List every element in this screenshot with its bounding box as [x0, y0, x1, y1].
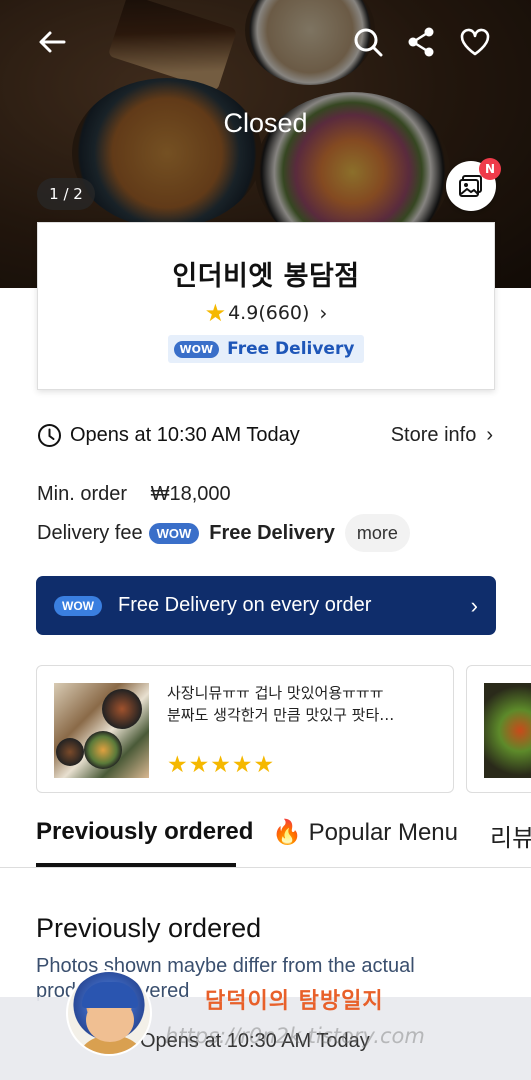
- active-tab-indicator: [36, 863, 236, 867]
- fire-icon: 🔥: [272, 819, 302, 846]
- photo-counter: 1 / 2: [37, 178, 95, 210]
- rating-link[interactable]: ★ 4.9 (660) ›: [38, 299, 494, 327]
- wow-badge: WOW: [54, 595, 102, 616]
- wow-badge: WOW: [173, 340, 220, 358]
- free-delivery-banner[interactable]: WOW Free Delivery on every order ›: [36, 576, 496, 635]
- review-text: 사장니뮤ㅠㅠ 겁나 맛있어용ㅠㅠㅠ 분짜도 생각한거 만큼 맛있구 팟타…: [167, 682, 439, 726]
- free-delivery-chip: WOW Free Delivery: [167, 335, 365, 363]
- back-button[interactable]: [32, 22, 72, 62]
- share-button[interactable]: [401, 22, 441, 62]
- chevron-right-icon: ›: [486, 424, 493, 446]
- new-badge: N: [479, 158, 501, 180]
- watermark-url: https://r0n2k.tistory.com: [165, 1024, 425, 1048]
- tab-reviews[interactable]: 리뷰: [490, 818, 531, 853]
- heart-icon: [460, 28, 490, 56]
- delivery-fee-label: Delivery fee: [37, 521, 143, 544]
- store-info-link[interactable]: Store info ›: [391, 424, 493, 447]
- star-icon: ★: [204, 299, 227, 327]
- review-line: 분짜도 생각한거 만큼 맛있구 팟타…: [167, 706, 395, 724]
- review-photo: [54, 683, 149, 778]
- free-delivery-label: Free Delivery: [227, 339, 355, 359]
- min-order-label: Min. order: [37, 483, 128, 505]
- review-line: 사장니뮤ㅠㅠ 겁나 맛있어용ㅠㅠㅠ: [167, 684, 384, 702]
- favorite-button[interactable]: [455, 22, 495, 62]
- store-card: 인더비엣 봉담점 ★ 4.9 (660) › WOW Free Delivery: [37, 222, 495, 390]
- wow-badge: WOW: [148, 522, 200, 544]
- watermark-avatar: [66, 970, 152, 1056]
- review-card[interactable]: [466, 665, 531, 793]
- gallery-button[interactable]: N: [446, 158, 501, 211]
- hours-text: Opens at 10:30 AM Today: [70, 424, 300, 446]
- review-photo: [484, 683, 531, 778]
- tab-previously-ordered[interactable]: Previously ordered: [36, 818, 253, 846]
- review-count: (660): [258, 302, 310, 324]
- delivery-fee-value: Free Delivery: [209, 521, 335, 544]
- rating-value: 4.9: [228, 302, 259, 324]
- min-order-row: Min. order ₩18,000: [37, 483, 231, 506]
- store-info-label: Store info: [390, 424, 477, 446]
- watermark-title: 담덕이의 탐방일지: [205, 989, 384, 1014]
- banner-text: Free Delivery on every order: [118, 594, 372, 616]
- chevron-right-icon: ›: [319, 301, 328, 325]
- review-stars: ★★★★★: [167, 752, 276, 778]
- clock-icon: [38, 424, 61, 447]
- share-icon: [408, 27, 434, 57]
- hours-row: Opens at 10:30 AM Today Store info ›: [37, 423, 493, 448]
- arrow-left-icon: [39, 31, 66, 53]
- search-button[interactable]: [348, 22, 388, 62]
- section-title: Previously ordered: [36, 913, 262, 943]
- review-card[interactable]: 사장니뮤ㅠㅠ 겁나 맛있어용ㅠㅠㅠ 분짜도 생각한거 만큼 맛있구 팟타… ★★…: [36, 665, 454, 793]
- menu-tabs: Previously ordered 🔥 Popular Menu 리뷰: [0, 808, 531, 868]
- tab-label: Popular Menu: [308, 819, 458, 846]
- image-gallery-icon: [459, 175, 482, 197]
- store-name: 인더비엣 봉담점: [172, 261, 360, 292]
- min-order-value: ₩18,000: [150, 483, 231, 505]
- opening-hours: Opens at 10:30 AM Today: [37, 423, 300, 448]
- more-button[interactable]: more: [344, 514, 410, 552]
- tab-popular-menu[interactable]: 🔥 Popular Menu: [272, 818, 458, 847]
- search-icon: [354, 28, 383, 57]
- store-status-label: Closed: [223, 108, 308, 138]
- chevron-right-icon: ›: [470, 592, 478, 618]
- delivery-fee-row: Delivery fee WOW Free Delivery more: [37, 514, 410, 552]
